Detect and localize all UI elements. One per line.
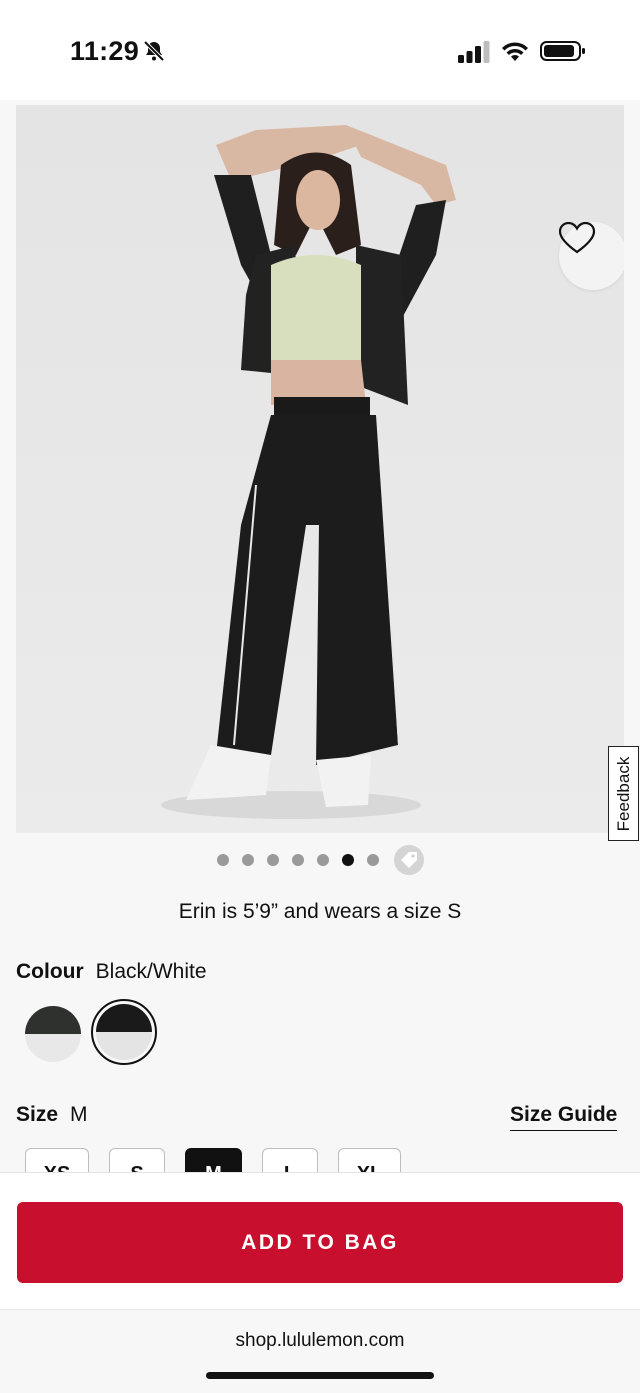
size-option-s[interactable]: S bbox=[109, 1148, 165, 1172]
status-bar: 11:29 bbox=[0, 0, 640, 100]
colour-swatch-1[interactable] bbox=[25, 1006, 81, 1062]
gallery-dot[interactable] bbox=[316, 854, 329, 866]
cellular-signal-icon bbox=[458, 41, 490, 63]
size-row: Size M bbox=[16, 1103, 88, 1127]
wishlist-button[interactable] bbox=[559, 222, 624, 290]
wifi-icon bbox=[502, 42, 528, 61]
gallery-dot[interactable] bbox=[291, 854, 304, 866]
size-value: M bbox=[70, 1103, 88, 1126]
battery-icon bbox=[540, 41, 585, 61]
product-image[interactable] bbox=[16, 105, 624, 833]
size-option-l[interactable]: L bbox=[262, 1148, 318, 1172]
gallery-dot[interactable] bbox=[241, 854, 254, 866]
size-option-m[interactable]: M bbox=[185, 1148, 242, 1172]
product-content: Erin is 5’9” and wears a size S Colour Bl… bbox=[0, 100, 640, 1172]
colour-label: Colour bbox=[16, 960, 84, 983]
size-option-xs[interactable]: XS bbox=[25, 1148, 89, 1172]
feedback-tab[interactable]: Feedback bbox=[608, 746, 639, 841]
colour-row: Colour Black/White bbox=[16, 960, 207, 984]
status-time: 11:29 bbox=[70, 36, 140, 66]
colour-value: Black/White bbox=[95, 960, 207, 983]
model-photo bbox=[16, 105, 624, 833]
gallery-dot[interactable] bbox=[216, 854, 229, 866]
home-indicator[interactable] bbox=[206, 1372, 434, 1379]
model-size-note: Erin is 5’9” and wears a size S bbox=[178, 900, 462, 923]
tag-icon[interactable] bbox=[393, 845, 424, 875]
bell-muted-icon bbox=[143, 40, 165, 62]
gallery-dot[interactable] bbox=[266, 854, 279, 866]
browser-address-bar[interactable]: shop.lululemon.com bbox=[0, 1309, 640, 1393]
size-option-xl[interactable]: XL bbox=[338, 1148, 401, 1172]
url-text: shop.lululemon.com bbox=[235, 1330, 405, 1351]
colour-swatch-2[interactable] bbox=[96, 1004, 152, 1060]
size-label: Size bbox=[16, 1103, 59, 1126]
gallery-dot[interactable] bbox=[366, 854, 379, 866]
add-to-bag-button[interactable]: ADD TO BAG bbox=[17, 1202, 623, 1283]
gallery-dot-active[interactable] bbox=[341, 854, 354, 866]
heart-icon bbox=[559, 222, 595, 254]
feedback-label: Feedback bbox=[613, 756, 633, 831]
gallery-pagination bbox=[0, 845, 640, 875]
size-guide-link[interactable]: Size Guide bbox=[510, 1103, 618, 1131]
bottom-bar: ADD TO BAG shop.lululemon.com bbox=[0, 1172, 640, 1393]
